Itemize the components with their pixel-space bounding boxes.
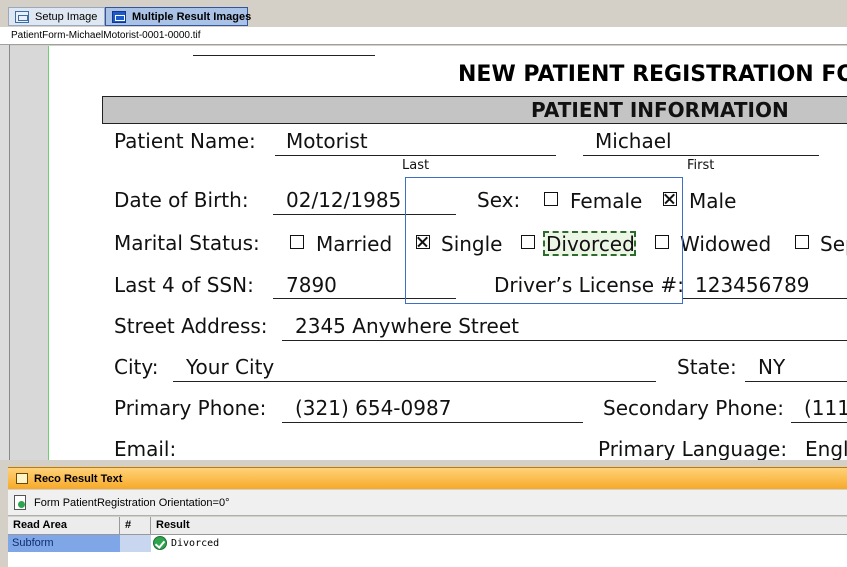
street-underline — [282, 340, 847, 341]
primary-phone-value: (321) 654-0987 — [295, 396, 452, 420]
street-label: Street Address: — [114, 314, 268, 338]
state-underline — [745, 381, 847, 382]
section-title: PATIENT INFORMATION — [531, 98, 789, 122]
reco-result-icon — [16, 473, 28, 484]
primary-phone-underline — [282, 422, 583, 423]
secondary-phone-value: (111 — [804, 396, 847, 420]
widowed-option: Widowed — [680, 232, 772, 256]
setup-image-icon — [15, 11, 29, 23]
tab-bar: Setup Image Multiple Result Images — [0, 0, 847, 28]
image-viewer[interactable]: NEW PATIENT REGISTRATION FOF PATIENT INF… — [10, 46, 847, 460]
form-icon — [14, 495, 26, 510]
form-result-line[interactable]: Form PatientRegistration Orientation=0° — [8, 490, 847, 516]
file-name-bar: PatientForm-MichaelMotorist-0001-0000.ti… — [0, 27, 847, 45]
dob-value: 02/12/1985 — [286, 188, 402, 212]
tab-label: Multiple Result Images — [132, 11, 252, 23]
number-cell[interactable] — [120, 535, 151, 552]
ssn-value: 7890 — [286, 273, 337, 297]
state-label: State: — [677, 355, 737, 379]
last-name-underline — [275, 155, 556, 156]
language-label: Primary Language: — [598, 437, 788, 460]
col-result[interactable]: Result — [151, 517, 847, 534]
secondary-phone-underline — [791, 422, 847, 423]
street-value: 2345 Anywhere Street — [295, 314, 520, 338]
license-underline — [683, 298, 847, 299]
primary-phone-label: Primary Phone: — [114, 396, 267, 420]
married-checkbox-icon — [290, 235, 304, 249]
tab-label: Setup Image — [35, 11, 98, 23]
sep-checkbox-icon — [795, 235, 809, 249]
image-margin — [10, 46, 49, 460]
reco-result-header[interactable]: Reco Result Text — [8, 467, 847, 489]
first-name-value: Michael — [595, 129, 672, 153]
language-value: Engl — [805, 437, 847, 460]
check-ok-icon — [153, 536, 167, 550]
last-caption: Last — [402, 158, 430, 173]
panel-title: Reco Result Text — [34, 473, 123, 485]
married-option: Married — [316, 232, 393, 256]
tab-setup-image[interactable]: Setup Image — [8, 7, 105, 26]
col-number[interactable]: # — [120, 517, 151, 534]
top-rule — [193, 55, 375, 56]
city-value: Your City — [186, 355, 275, 379]
file-name: PatientForm-MichaelMotorist-0001-0000.ti… — [11, 30, 201, 41]
secondary-phone-label: Secondary Phone: — [603, 396, 784, 420]
last-name-value: Motorist — [286, 129, 368, 153]
form-result-text: Form PatientRegistration Orientation=0° — [34, 497, 230, 509]
tab-multiple-result-images[interactable]: Multiple Result Images — [105, 7, 252, 26]
col-read-area[interactable]: Read Area — [8, 517, 120, 534]
sep-option: Sep — [820, 232, 847, 256]
male-option: Male — [689, 189, 737, 213]
result-images-icon — [112, 11, 126, 23]
first-name-underline — [583, 155, 819, 156]
form-title: NEW PATIENT REGISTRATION FOF — [458, 62, 847, 87]
email-label: Email: — [114, 437, 177, 460]
state-value: NY — [758, 355, 786, 379]
dob-label: Date of Birth: — [114, 188, 249, 212]
marital-label: Marital Status: — [114, 231, 260, 255]
read-area-cell[interactable]: Subform — [8, 535, 120, 552]
patient-name-label: Patient Name: — [114, 129, 256, 153]
panel-grip[interactable] — [0, 465, 8, 567]
result-cell[interactable]: Divorced — [151, 535, 847, 552]
read-area-selection-box[interactable] — [405, 177, 683, 304]
city-label: City: — [114, 355, 159, 379]
form-image: NEW PATIENT REGISTRATION FOF PATIENT INF… — [49, 46, 847, 460]
first-caption: First — [687, 158, 715, 173]
result-grid-empty-area — [8, 552, 847, 567]
license-value: 123456789 — [695, 273, 810, 297]
table-row[interactable]: Subform Divorced — [8, 535, 847, 552]
city-underline — [173, 381, 656, 382]
left-splitter[interactable] — [0, 45, 10, 460]
result-grid-header: Read Area # Result — [8, 517, 847, 535]
ssn-label: Last 4 of SSN: — [114, 273, 254, 297]
